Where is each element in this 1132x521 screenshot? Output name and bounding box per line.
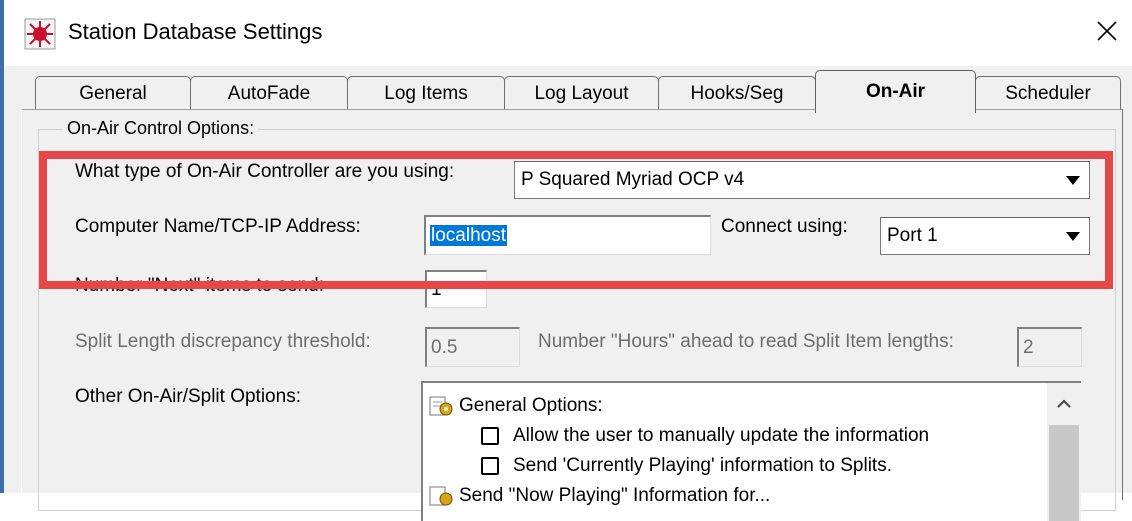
tab-log-layout[interactable]: Log Layout (504, 76, 659, 110)
tree-group-partial[interactable]: Send "Now Playing" Information for... (429, 484, 770, 508)
tree-group-label: General Options: (459, 395, 603, 416)
group-legend: On-Air Control Options: (63, 118, 259, 139)
app-icon (24, 18, 56, 50)
tab-log-items[interactable]: Log Items (347, 76, 505, 110)
tab-on-air[interactable]: On-Air (815, 70, 976, 113)
title-bar[interactable]: Station Database Settings (4, 0, 1132, 66)
split-threshold-value: 0.5 (431, 336, 458, 358)
hours-ahead-label: Number "Hours" ahead to read Split Item … (538, 331, 954, 352)
tab-autofade[interactable]: AutoFade (190, 76, 348, 110)
tree-group-general-options[interactable]: General Options: (429, 394, 603, 418)
tab-label: AutoFade (227, 82, 311, 104)
tab-hooks-seg[interactable]: Hooks/Seg (658, 76, 816, 110)
tab-label: General (79, 82, 147, 104)
tab-label: Hooks/Seg (690, 82, 784, 104)
option-allow-manual-update[interactable]: Allow the user to manually update the in… (481, 425, 929, 447)
scroll-up-button[interactable] (1047, 383, 1081, 423)
settings-folder-icon (429, 486, 453, 506)
chevron-up-icon (1057, 399, 1071, 408)
hours-ahead-value: 2 (1023, 336, 1034, 358)
option-send-currently-playing[interactable]: Send 'Currently Playing' information to … (481, 455, 892, 477)
tab-general[interactable]: General (35, 76, 191, 110)
tab-label: Scheduler (1005, 82, 1091, 104)
other-options-tree[interactable]: General Options: Allow the user to manua… (421, 381, 1081, 521)
tab-label: Log Layout (534, 82, 629, 104)
tab-scheduler[interactable]: Scheduler (975, 76, 1121, 110)
hours-ahead-input[interactable]: 2 (1017, 327, 1082, 367)
annotation-highlight-box (39, 151, 1113, 289)
checkbox[interactable] (481, 427, 499, 445)
scrollbar-thumb[interactable] (1049, 425, 1079, 521)
tab-label: On-Air (865, 81, 926, 102)
tree-group-label: Send "Now Playing" Information for... (459, 485, 771, 506)
vertical-scrollbar[interactable] (1047, 383, 1081, 521)
split-threshold-input[interactable]: 0.5 (425, 327, 520, 367)
split-threshold-label: Split Length discrepancy threshold: (75, 331, 371, 352)
other-options-label: Other On-Air/Split Options: (75, 386, 301, 407)
option-label: Allow the user to manually update the in… (513, 425, 930, 446)
option-label: Send 'Currently Playing' information to … (513, 455, 892, 476)
tab-label: Log Items (384, 82, 468, 104)
close-button[interactable] (1084, 8, 1130, 54)
checkbox[interactable] (481, 457, 499, 475)
close-icon (1097, 21, 1117, 41)
settings-folder-icon (429, 396, 453, 416)
window-title: Station Database Settings (68, 19, 323, 44)
